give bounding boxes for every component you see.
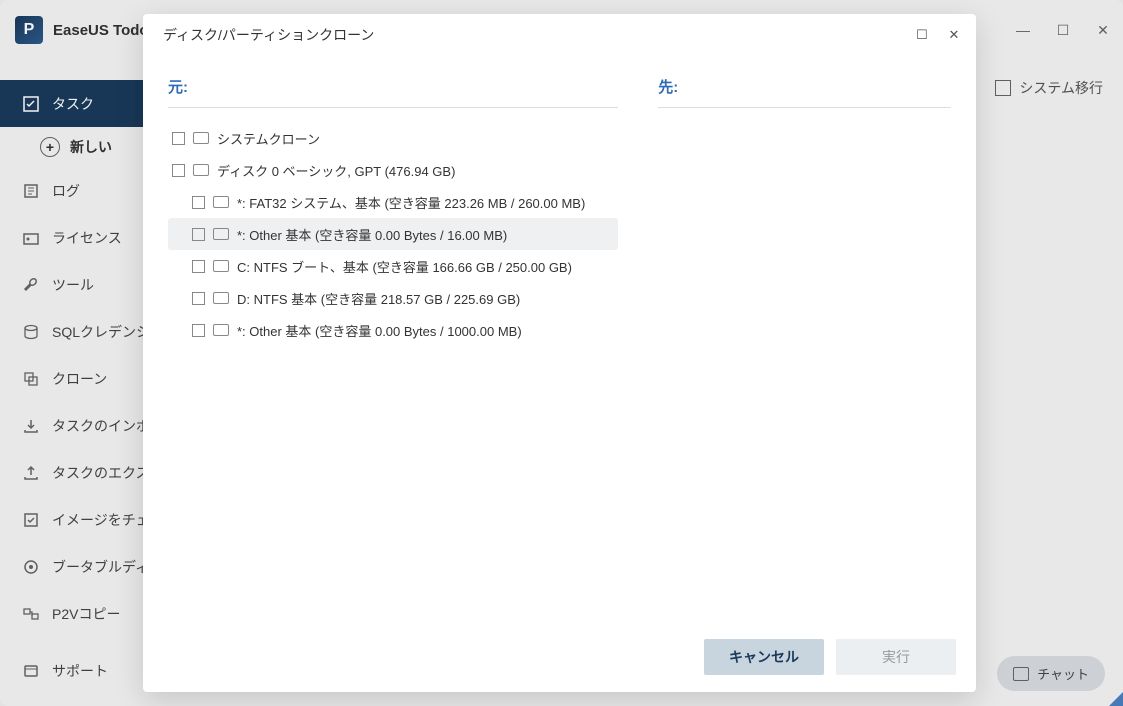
checkbox[interactable] bbox=[192, 292, 205, 305]
source-tree: システムクローンディスク 0 ベーシック, GPT (476.94 GB) *: … bbox=[168, 122, 618, 346]
tree-row[interactable]: *: Other 基本 (空き容量 0.00 Bytes / 16.00 MB) bbox=[168, 218, 618, 250]
modal-header: ディスク/パーティションクローン ☐ ✕ bbox=[143, 14, 976, 56]
main-window: EaseUS Todo — ☐ ✕ システム移行 タスク + 新しい ログ ライ… bbox=[0, 0, 1123, 706]
tree-row-label: *: FAT32 システム、基本 (空き容量 223.26 MB / 260.0… bbox=[237, 193, 585, 212]
modal-close-icon[interactable]: ✕ bbox=[947, 28, 961, 42]
checkbox[interactable] bbox=[192, 228, 205, 241]
tree-row-label: システムクローン bbox=[217, 129, 320, 148]
disk-icon bbox=[213, 196, 229, 208]
execute-button[interactable]: 実行 bbox=[836, 639, 956, 675]
checkbox[interactable] bbox=[172, 164, 185, 177]
tree-row-label: C: NTFS ブート、基本 (空き容量 166.66 GB / 250.00 … bbox=[237, 257, 572, 276]
tree-row[interactable]: *: FAT32 システム、基本 (空き容量 223.26 MB / 260.0… bbox=[168, 186, 618, 218]
tree-row-label: *: Other 基本 (空き容量 0.00 Bytes / 1000.00 M… bbox=[237, 321, 522, 340]
clone-modal: ディスク/パーティションクローン ☐ ✕ 元: システムクローンディスク 0 ベ… bbox=[143, 14, 976, 692]
modal-maximize-icon[interactable]: ☐ bbox=[915, 28, 929, 42]
tree-row[interactable]: *: Other 基本 (空き容量 0.00 Bytes / 1000.00 M… bbox=[168, 314, 618, 346]
disk-icon bbox=[213, 324, 229, 336]
checkbox[interactable] bbox=[192, 196, 205, 209]
tree-row[interactable]: C: NTFS ブート、基本 (空き容量 166.66 GB / 250.00 … bbox=[168, 250, 618, 282]
tree-row-label: D: NTFS 基本 (空き容量 218.57 GB / 225.69 GB) bbox=[237, 289, 520, 308]
tree-row[interactable]: D: NTFS 基本 (空き容量 218.57 GB / 225.69 GB) bbox=[168, 282, 618, 314]
disk-icon bbox=[193, 132, 209, 144]
tree-row-label: ディスク 0 ベーシック, GPT (476.94 GB) bbox=[217, 161, 455, 180]
disk-icon bbox=[193, 164, 209, 176]
disk-icon bbox=[213, 292, 229, 304]
tree-row-label: *: Other 基本 (空き容量 0.00 Bytes / 16.00 MB) bbox=[237, 225, 507, 244]
checkbox[interactable] bbox=[172, 132, 185, 145]
source-header: 元: bbox=[168, 76, 618, 108]
dest-header: 先: bbox=[658, 76, 951, 108]
source-column: 元: システムクローンディスク 0 ベーシック, GPT (476.94 GB)… bbox=[168, 76, 618, 622]
modal-footer: キャンセル 実行 bbox=[143, 622, 976, 692]
tree-row[interactable]: ディスク 0 ベーシック, GPT (476.94 GB) bbox=[168, 154, 618, 186]
modal-title: ディスク/パーティションクローン bbox=[163, 25, 374, 45]
checkbox[interactable] bbox=[192, 260, 205, 273]
tree-row[interactable]: システムクローン bbox=[168, 122, 618, 154]
disk-icon bbox=[213, 260, 229, 272]
cancel-button[interactable]: キャンセル bbox=[704, 639, 824, 675]
dest-column: 先: bbox=[658, 76, 951, 622]
checkbox[interactable] bbox=[192, 324, 205, 337]
disk-icon bbox=[213, 228, 229, 240]
modal-body: 元: システムクローンディスク 0 ベーシック, GPT (476.94 GB)… bbox=[143, 56, 976, 622]
